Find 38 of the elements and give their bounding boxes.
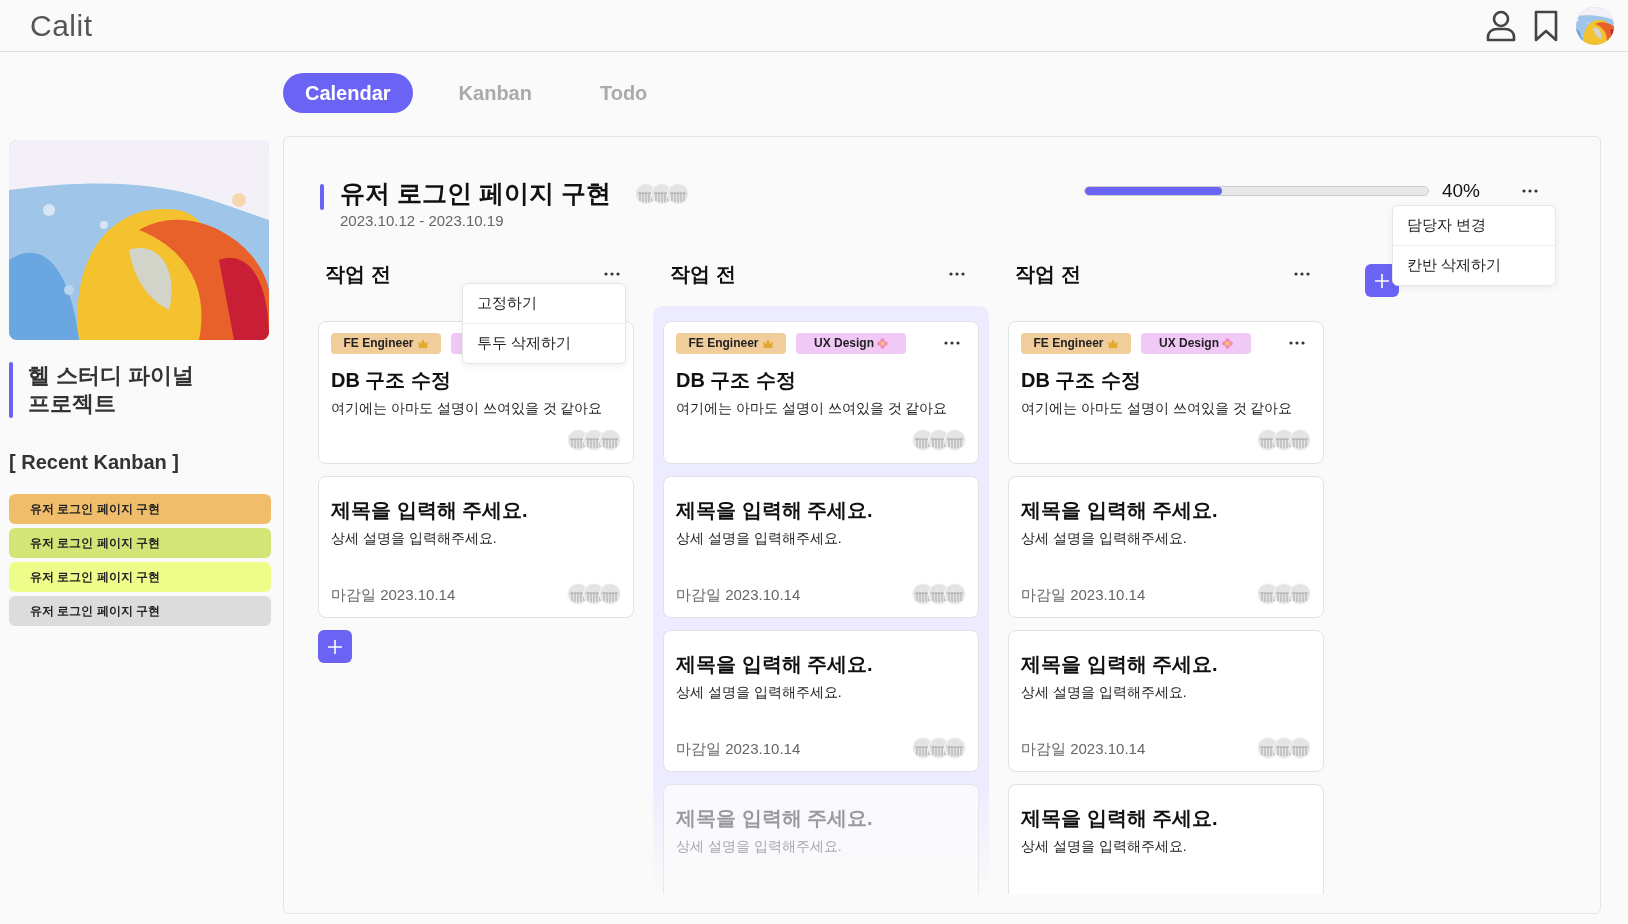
card-title: 제목을 입력해 주세요. bbox=[1021, 806, 1219, 831]
kanban-title: 유저 로그인 페이지 구현 bbox=[340, 178, 611, 209]
due-date: 마감일 2023.10.14 bbox=[676, 586, 801, 605]
card-description: 상세 설명을 입력해주세요. bbox=[676, 838, 843, 856]
due-date: 마감일 2023.10.14 bbox=[1021, 586, 1146, 605]
card-title: 제목을 입력해 주세요. bbox=[676, 498, 874, 523]
card-description: 상세 설명을 입력해주세요. bbox=[676, 530, 843, 548]
card-title: 제목을 입력해 주세요. bbox=[676, 806, 874, 831]
tag: FE Engineer bbox=[676, 332, 786, 354]
card-description: 상세 설명을 입력해주세요. bbox=[676, 684, 843, 702]
due-date: 마감일 2023.10.14 bbox=[1021, 740, 1146, 759]
column-title: 작업 전 bbox=[670, 261, 736, 287]
project-title: 헬 스터디 파이널 프로젝트 bbox=[28, 362, 196, 418]
column-title: 작업 전 bbox=[325, 261, 391, 287]
card-description: 상세 설명을 입력해주세요. bbox=[331, 530, 498, 548]
section-heading: [ Recent Kanban ] bbox=[9, 451, 181, 474]
column-title: 작업 전 bbox=[1015, 261, 1081, 287]
card-description: 상세 설명을 입력해주세요. bbox=[1021, 684, 1188, 702]
tag: UX Design bbox=[1141, 332, 1251, 354]
card-title: DB 구조 수정 bbox=[331, 368, 452, 393]
card-title: 제목을 입력해 주세요. bbox=[1021, 652, 1219, 677]
card-title: DB 구조 수정 bbox=[676, 368, 797, 393]
card-description: 상세 설명을 입력해주세요. bbox=[1021, 838, 1188, 856]
card-title: 제목을 입력해 주세요. bbox=[331, 498, 529, 523]
card-title: 제목을 입력해 주세요. bbox=[1021, 498, 1219, 523]
card-description: 상세 설명을 입력해주세요. bbox=[1021, 530, 1188, 548]
due-date: 마감일 2023.10.14 bbox=[331, 586, 456, 605]
tag: FE Engineer bbox=[1021, 332, 1131, 354]
card-description: 여기에는 아마도 설명이 쓰여있을 것 같아요 bbox=[676, 400, 949, 418]
card-title: DB 구조 수정 bbox=[1021, 368, 1142, 393]
tag: FE Engineer bbox=[331, 332, 441, 354]
card-title: 제목을 입력해 주세요. bbox=[676, 652, 874, 677]
date-range: 2023.10.12 - 2023.10.19 bbox=[340, 212, 505, 229]
card-description: 여기에는 아마도 설명이 쓰여있을 것 같아요 bbox=[331, 400, 604, 418]
progress-reading: 40% bbox=[1441, 180, 1480, 202]
card-description: 여기에는 아마도 설명이 쓰여있을 것 같아요 bbox=[1021, 400, 1294, 418]
due-date: 마감일 2023.10.14 bbox=[676, 740, 801, 759]
tag: UX Design bbox=[796, 332, 906, 354]
